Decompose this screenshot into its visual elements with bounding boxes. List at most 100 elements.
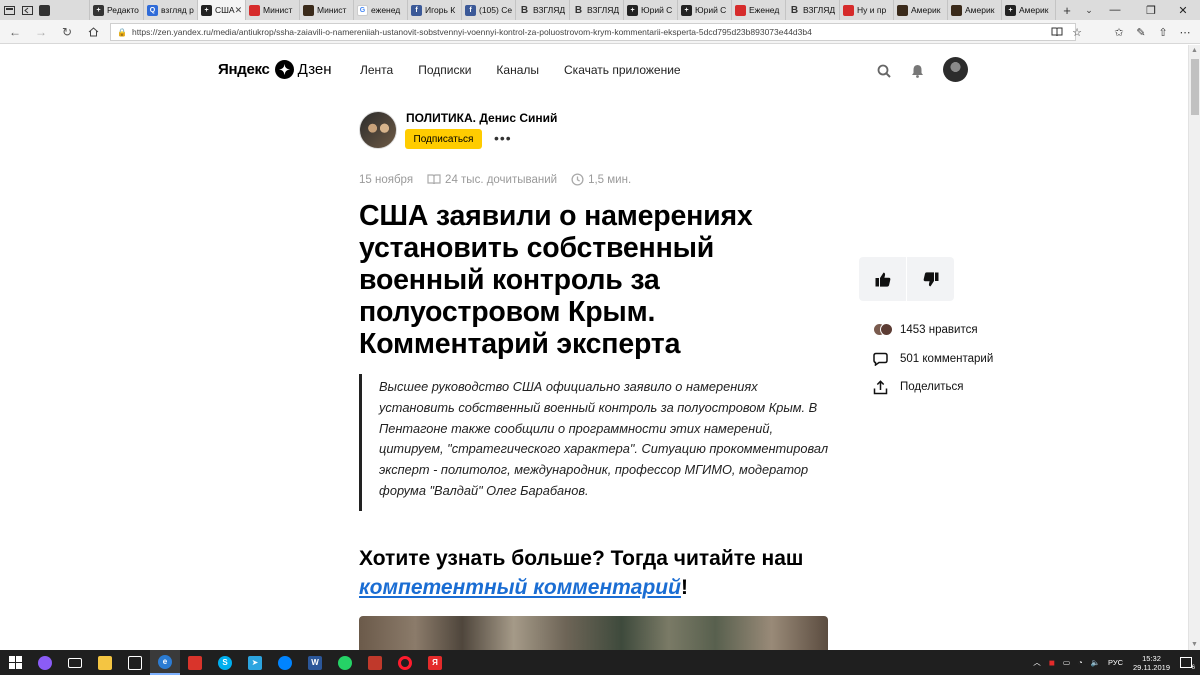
tray-chevron-icon[interactable]: ︿ [1033, 657, 1041, 668]
tray-network-icon[interactable]: ▭ [1063, 658, 1070, 667]
browser-tab[interactable] [36, 0, 90, 20]
browser-tab[interactable]: Америк [894, 0, 948, 20]
input-language[interactable]: РУС [1108, 658, 1123, 667]
user-avatar[interactable] [943, 57, 968, 82]
browser-tab[interactable]: B ВЗГЛЯД [516, 0, 570, 20]
refresh-button[interactable]: ↻ [54, 20, 80, 44]
browser-tab[interactable]: Gеженед [354, 0, 408, 20]
browser-tab[interactable]: Еженед [732, 0, 786, 20]
browser-tab[interactable]: B ВЗГЛЯД [786, 0, 840, 20]
reads-count: 24 тыс. дочитываний [445, 173, 558, 186]
notification-count: 6 [1191, 665, 1195, 671]
taskbar-mail[interactable] [60, 650, 90, 675]
tray-yandex-icon[interactable]: ◼ [1049, 658, 1055, 667]
browser-tab-label: Америк [1019, 5, 1049, 15]
taskbar-opera[interactable] [390, 650, 420, 675]
nav-subscriptions[interactable]: Подписки [418, 63, 471, 77]
browser-tab[interactable]: + Юрий С [678, 0, 732, 20]
scroll-up-icon[interactable]: ▲ [1191, 47, 1198, 54]
scroll-thumb[interactable] [1191, 59, 1199, 115]
search-icon[interactable] [875, 62, 893, 80]
taskbar-paint[interactable] [360, 650, 390, 675]
browser-tab[interactable]: f Игорь К [408, 0, 462, 20]
yandex-zen-logo[interactable]: Яндекс Дзен [218, 60, 332, 79]
system-tray: ︿ ◼ ▭ ◔ 🔈 РУС 15:32 29.11.2019 6 [1029, 650, 1200, 675]
browser-tab[interactable]: f (105) Се [462, 0, 516, 20]
article-title: США заявили о намерениях установить собс… [359, 200, 753, 360]
browser-tab-label: Америк [965, 5, 995, 15]
browser-tab-label: США [215, 5, 235, 15]
taskbar-messenger[interactable] [270, 650, 300, 675]
tab-back-icon[interactable] [18, 0, 36, 20]
taskbar-edge[interactable]: e [150, 650, 180, 675]
dislike-button[interactable] [907, 257, 954, 301]
browser-tab[interactable]: + Америк [1002, 0, 1056, 20]
nav-download-app[interactable]: Скачать приложение [564, 63, 681, 77]
page-scrollbar[interactable]: ▲ ▼ [1188, 45, 1200, 650]
tray-clock[interactable]: 15:32 29.11.2019 [1133, 654, 1170, 672]
reading-view-icon[interactable] [1046, 20, 1068, 44]
notes-pen-icon[interactable]: ✎ [1130, 20, 1152, 44]
scroll-down-icon[interactable]: ▼ [1191, 641, 1198, 648]
bell-icon[interactable] [908, 62, 926, 80]
browser-tab[interactable]: + Редакто [90, 0, 144, 20]
article-lead: Высшее руководство США официально заявил… [359, 374, 829, 511]
subscribe-button[interactable]: Подписаться [405, 129, 482, 149]
yandex-browser-icon: Я [428, 655, 442, 670]
minimize-button[interactable]: — [1098, 0, 1132, 20]
share-row[interactable]: Поделиться [873, 379, 964, 395]
back-button[interactable]: ← [2, 20, 28, 44]
vzglyad-icon: B [520, 4, 529, 16]
tab-preview-icon[interactable] [0, 0, 18, 20]
taskbar-alice[interactable] [30, 650, 60, 675]
taskbar-gifts[interactable] [180, 650, 210, 675]
share-icon[interactable]: ⇧ [1152, 20, 1174, 44]
comments-row[interactable]: 501 комментарий [873, 351, 993, 367]
restore-button[interactable]: ❐ [1134, 0, 1168, 20]
close-window-button[interactable]: ✕ [1166, 0, 1200, 20]
taskbar-whatsapp[interactable] [330, 650, 360, 675]
url-input[interactable]: 🔒 https://zen.yandex.ru/media/antiukrop/… [110, 23, 1076, 41]
browser-tab[interactable]: Qвзгляд р [144, 0, 198, 20]
new-tab-button[interactable]: + [1056, 3, 1078, 18]
channel-name[interactable]: ПОЛИТИКА. Денис Синий [406, 111, 557, 125]
read-time: 1,5 мин. [588, 173, 632, 186]
tray-volume-icon[interactable]: 🔈 [1091, 658, 1100, 667]
taskbar-explorer[interactable] [90, 650, 120, 675]
close-tab-icon[interactable]: ✕ [235, 5, 243, 16]
browser-tab[interactable]: + Юрий С [624, 0, 678, 20]
image-icon [897, 4, 908, 16]
browser-tab-label: Юрий С [695, 5, 727, 15]
browser-tab-strip: + Редакто Qвзгляд р + США ✕ Минист Минист Gежене… [0, 0, 1200, 20]
browser-tab-label: Редакто [107, 5, 139, 15]
browser-tab[interactable]: Ну и пр [840, 0, 894, 20]
nav-channels[interactable]: Каналы [496, 63, 539, 77]
favorite-star-icon[interactable]: ☆ [1066, 20, 1088, 44]
tab-list-chevron-icon[interactable]: ⌄ [1078, 5, 1100, 16]
more-menu-icon[interactable]: ⋯ [1174, 20, 1196, 44]
forward-button[interactable]: → [28, 20, 54, 44]
taskbar-telegram[interactable]: ➤ [240, 650, 270, 675]
flame-icon [249, 4, 260, 16]
browser-tab[interactable]: B ВЗГЛЯД [570, 0, 624, 20]
plus-square-icon: + [627, 4, 638, 16]
nav-feed[interactable]: Лента [360, 63, 393, 77]
channel-avatar[interactable] [359, 111, 397, 149]
browser-tab[interactable]: Америк [948, 0, 1002, 20]
browser-tab[interactable]: Минист [300, 0, 354, 20]
taskbar-word[interactable]: W [300, 650, 330, 675]
likes-row[interactable]: 1453 нравится [873, 322, 978, 338]
favorites-hub-icon[interactable]: ✩ [1108, 20, 1130, 44]
tray-wifi-icon[interactable]: ◔ [1078, 658, 1083, 667]
taskbar-yandex-browser[interactable]: Я [420, 650, 450, 675]
browser-tab[interactable]: Минист [246, 0, 300, 20]
browser-tab[interactable]: + США ✕ [198, 0, 246, 20]
taskbar-store[interactable] [120, 650, 150, 675]
start-button[interactable] [0, 650, 30, 675]
like-button[interactable] [859, 257, 906, 301]
channel-more-button[interactable]: ••• [494, 130, 512, 146]
cta-link[interactable]: компетентный комментарий [359, 576, 681, 599]
taskbar-skype[interactable]: S [210, 650, 240, 675]
action-center-icon[interactable]: 6 [1180, 657, 1195, 671]
home-button[interactable] [80, 20, 106, 44]
